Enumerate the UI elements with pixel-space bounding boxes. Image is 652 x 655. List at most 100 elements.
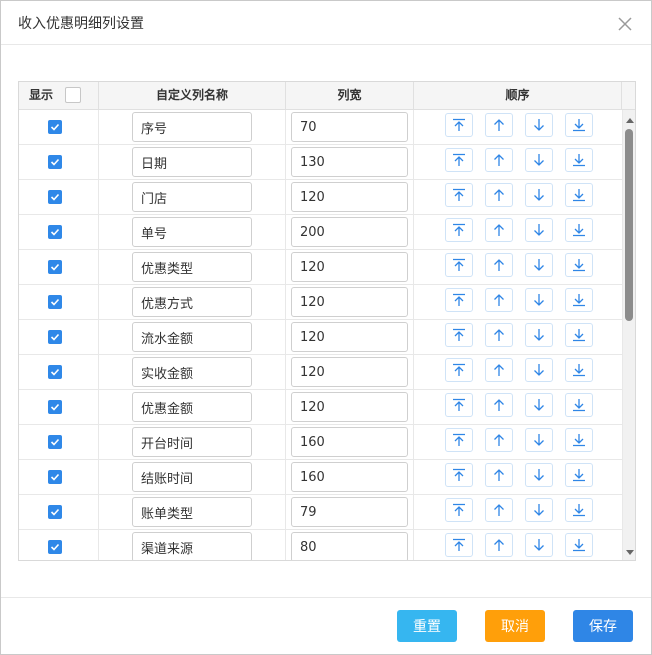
move-to-top-button[interactable] (445, 253, 473, 277)
move-to-bottom-button[interactable] (565, 183, 593, 207)
move-to-top-button[interactable] (445, 463, 473, 487)
move-down-button[interactable] (525, 218, 553, 242)
move-up-button[interactable] (485, 218, 513, 242)
column-name-input[interactable] (132, 147, 252, 177)
move-to-top-button[interactable] (445, 183, 473, 207)
column-name-input[interactable] (132, 252, 252, 282)
show-checkbox[interactable] (48, 330, 62, 344)
move-down-button[interactable] (525, 498, 553, 522)
move-down-button[interactable] (525, 533, 553, 557)
show-checkbox[interactable] (48, 225, 62, 239)
move-to-bottom-button[interactable] (565, 253, 593, 277)
column-width-input[interactable] (291, 392, 408, 422)
move-to-bottom-button[interactable] (565, 218, 593, 242)
show-checkbox[interactable] (48, 470, 62, 484)
column-width-input[interactable] (291, 252, 408, 282)
move-to-top-button[interactable] (445, 148, 473, 172)
move-to-top-button[interactable] (445, 498, 473, 522)
move-to-top-button[interactable] (445, 218, 473, 242)
move-to-bottom-button[interactable] (565, 428, 593, 452)
move-down-button[interactable] (525, 148, 553, 172)
move-to-bottom-button[interactable] (565, 498, 593, 522)
column-name-input[interactable] (132, 497, 252, 527)
column-name-input[interactable] (132, 357, 252, 387)
column-width-input[interactable] (291, 182, 408, 212)
column-width-input[interactable] (291, 532, 408, 560)
reset-button[interactable]: 重置 (397, 610, 457, 642)
column-name-input[interactable] (132, 392, 252, 422)
column-width-input[interactable] (291, 322, 408, 352)
move-up-button[interactable] (485, 533, 513, 557)
column-name-input[interactable] (132, 182, 252, 212)
move-to-top-button[interactable] (445, 113, 473, 137)
show-checkbox[interactable] (48, 540, 62, 554)
move-down-button[interactable] (525, 183, 553, 207)
move-to-bottom-button[interactable] (565, 323, 593, 347)
move-to-bottom-button[interactable] (565, 358, 593, 382)
column-width-input[interactable] (291, 287, 408, 317)
column-width-input[interactable] (291, 427, 408, 457)
move-to-top-button[interactable] (445, 323, 473, 347)
cancel-button[interactable]: 取消 (485, 610, 545, 642)
show-checkbox[interactable] (48, 190, 62, 204)
show-checkbox[interactable] (48, 435, 62, 449)
move-up-button[interactable] (485, 148, 513, 172)
move-down-button[interactable] (525, 428, 553, 452)
move-to-bottom-button[interactable] (565, 463, 593, 487)
column-width-input[interactable] (291, 112, 408, 142)
move-to-bottom-button[interactable] (565, 113, 593, 137)
move-down-button[interactable] (525, 113, 553, 137)
column-width-input[interactable] (291, 357, 408, 387)
show-checkbox[interactable] (48, 120, 62, 134)
column-name-input[interactable] (132, 112, 252, 142)
column-width-input[interactable] (291, 147, 408, 177)
column-width-input[interactable] (291, 497, 408, 527)
column-name-input[interactable] (132, 462, 252, 492)
column-name-input[interactable] (132, 322, 252, 352)
move-down-button[interactable] (525, 288, 553, 312)
move-up-button[interactable] (485, 393, 513, 417)
move-to-bottom-button[interactable] (565, 393, 593, 417)
move-down-button[interactable] (525, 358, 553, 382)
move-down-button[interactable] (525, 253, 553, 277)
scroll-thumb[interactable] (625, 129, 633, 321)
column-width-input[interactable] (291, 462, 408, 492)
move-up-button[interactable] (485, 358, 513, 382)
move-up-button[interactable] (485, 428, 513, 452)
move-up-button[interactable] (485, 183, 513, 207)
move-down-button[interactable] (525, 323, 553, 347)
move-up-button[interactable] (485, 463, 513, 487)
scroll-down-arrow-icon[interactable] (626, 550, 634, 555)
show-checkbox[interactable] (48, 505, 62, 519)
close-icon[interactable] (618, 16, 636, 34)
move-to-top-button[interactable] (445, 393, 473, 417)
move-up-button[interactable] (485, 288, 513, 312)
move-down-button[interactable] (525, 463, 553, 487)
move-down-button[interactable] (525, 393, 553, 417)
column-name-input[interactable] (132, 287, 252, 317)
move-to-bottom-button[interactable] (565, 148, 593, 172)
move-up-button[interactable] (485, 113, 513, 137)
scroll-up-arrow-icon[interactable] (626, 118, 634, 123)
move-up-button[interactable] (485, 253, 513, 277)
show-checkbox[interactable] (48, 365, 62, 379)
show-checkbox[interactable] (48, 400, 62, 414)
column-name-input[interactable] (132, 217, 252, 247)
move-to-top-button[interactable] (445, 288, 473, 312)
select-all-checkbox[interactable] (65, 87, 81, 103)
vertical-scrollbar[interactable] (622, 110, 635, 560)
show-checkbox[interactable] (48, 295, 62, 309)
move-up-button[interactable] (485, 323, 513, 347)
move-to-bottom-button[interactable] (565, 533, 593, 557)
column-width-input[interactable] (291, 217, 408, 247)
move-to-top-button[interactable] (445, 428, 473, 452)
column-name-input[interactable] (132, 532, 252, 560)
move-to-top-button[interactable] (445, 533, 473, 557)
column-name-input[interactable] (132, 427, 252, 457)
move-up-button[interactable] (485, 498, 513, 522)
show-checkbox[interactable] (48, 155, 62, 169)
move-to-top-button[interactable] (445, 358, 473, 382)
move-to-bottom-button[interactable] (565, 288, 593, 312)
show-checkbox[interactable] (48, 260, 62, 274)
save-button[interactable]: 保存 (573, 610, 633, 642)
